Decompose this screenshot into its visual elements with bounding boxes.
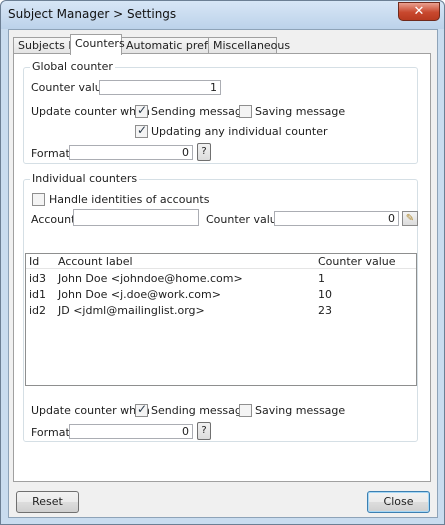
settings-window: Subject Manager > Settings ✕ Subjects li… — [0, 0, 445, 525]
counters-panel: Global counter Counter value 1 Update co… — [13, 53, 431, 482]
individual-sending-label: Sending message — [151, 404, 249, 417]
window-title: Subject Manager > Settings — [8, 7, 177, 21]
tab-counters[interactable]: Counters — [70, 34, 125, 55]
handle-identities-label: Handle identities of accounts — [49, 193, 210, 206]
individual-counters-title: Individual counters — [30, 172, 140, 185]
global-updating-any-checkbox[interactable] — [135, 123, 148, 138]
row-id: id2 — [29, 304, 47, 317]
global-format-help-button[interactable]: ? — [197, 143, 211, 161]
pencil-icon: ✎ — [405, 213, 415, 224]
reset-button[interactable]: Reset — [16, 491, 79, 513]
list-header: Id Account label Counter value — [26, 254, 416, 269]
close-window-button[interactable]: ✕ — [398, 2, 440, 21]
global-counter-value-input[interactable]: 1 — [99, 80, 221, 95]
row-account-label: John Doe <j.doe@work.com> — [58, 288, 221, 301]
individual-saving-checkbox[interactable] — [239, 404, 252, 417]
account-input[interactable] — [73, 209, 199, 226]
global-counter-value-label: Counter value — [31, 81, 109, 94]
column-header-account-label[interactable]: Account label — [58, 255, 133, 268]
handle-identities-checkbox[interactable] — [32, 193, 45, 206]
close-button[interactable]: Close — [367, 491, 430, 513]
row-account-label: John Doe <johndoe@home.com> — [58, 272, 243, 285]
list-item[interactable]: id2 JD <jdml@mailinglist.org> 23 — [26, 303, 416, 319]
global-format-input[interactable]: 0 — [69, 145, 193, 160]
list-item[interactable]: id3 John Doe <johndoe@home.com> 1 — [26, 271, 416, 287]
tab-miscellaneous[interactable]: Miscellaneous — [208, 37, 290, 54]
global-saving-label: Saving message — [255, 105, 346, 118]
global-sending-checkbox[interactable] — [135, 103, 148, 118]
column-header-id[interactable]: Id — [29, 255, 39, 268]
tab-automatic-prefixes[interactable]: Automatic prefixes — [121, 37, 230, 54]
global-update-label: Update counter when — [31, 105, 150, 118]
global-counter-title: Global counter — [30, 60, 115, 73]
row-counter-value: 1 — [318, 272, 325, 285]
global-updating-any-label: Updating any individual counter — [151, 125, 328, 138]
individual-update-label: Update counter when — [31, 404, 150, 417]
individual-format-help-button[interactable]: ? — [197, 422, 211, 440]
tab-subjects-list[interactable]: Subjects list — [13, 37, 85, 54]
row-counter-value: 10 — [318, 288, 332, 301]
global-format-label: Format — [31, 147, 70, 160]
individual-counter-value-input[interactable]: 0 — [274, 211, 399, 226]
list-item[interactable]: id1 John Doe <j.doe@work.com> 10 — [26, 287, 416, 303]
column-header-counter-value[interactable]: Counter value — [318, 255, 396, 268]
row-id: id1 — [29, 288, 47, 301]
title-bar[interactable]: Subject Manager > Settings ✕ — [1, 1, 444, 29]
individual-sending-checkbox[interactable] — [135, 402, 148, 417]
dialog-client: Subjects list Counters Automatic prefixe… — [8, 29, 438, 518]
close-icon: ✕ — [413, 4, 425, 19]
individual-format-label: Format — [31, 426, 70, 439]
global-sending-label: Sending message — [151, 105, 249, 118]
individual-saving-label: Saving message — [255, 404, 346, 417]
global-saving-checkbox[interactable] — [239, 105, 252, 118]
individual-format-input[interactable]: 0 — [69, 424, 193, 439]
row-counter-value: 23 — [318, 304, 332, 317]
accounts-list[interactable]: Id Account label Counter value id3 John … — [25, 253, 417, 386]
individual-counter-value-label: Counter value — [206, 213, 284, 226]
account-label: Account — [31, 213, 76, 226]
row-account-label: JD <jdml@mailinglist.org> — [58, 304, 205, 317]
row-id: id3 — [29, 272, 47, 285]
edit-counter-button[interactable]: ✎ — [402, 211, 418, 226]
